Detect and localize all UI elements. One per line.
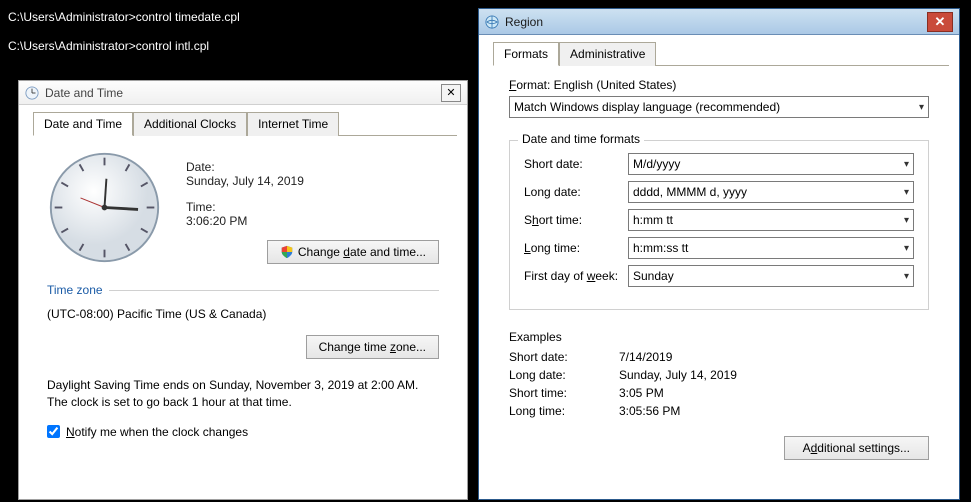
examples-title: Examples [509, 330, 929, 344]
chevron-down-icon: ▾ [904, 215, 909, 226]
ex-long-date-value: Sunday, July 14, 2019 [619, 368, 737, 382]
first-day-select[interactable]: Sunday▾ [628, 265, 914, 287]
chevron-down-icon: ▾ [904, 187, 909, 198]
short-time-label: Short time: [524, 213, 628, 227]
cmd-line-2: C:\Users\Administrator>control intl.cpl [8, 37, 472, 56]
ex-short-time-label: Short time: [509, 386, 619, 400]
ex-short-date-label: Short date: [509, 350, 619, 364]
close-button[interactable]: ✕ [927, 12, 953, 32]
tab-internet-time[interactable]: Internet Time [247, 112, 339, 136]
ex-long-time-value: 3:05:56 PM [619, 404, 680, 418]
format-label: Format: English (United States) [509, 78, 929, 92]
region-title: Region [505, 15, 927, 29]
region-titlebar[interactable]: Region ✕ [479, 9, 959, 35]
short-date-select[interactable]: M/d/yyyy▾ [628, 153, 914, 175]
command-prompt: C:\Users\Administrator>control timedate.… [0, 0, 480, 80]
tab-date-and-time[interactable]: Date and Time [33, 112, 133, 136]
short-time-select[interactable]: h:mm tt▾ [628, 209, 914, 231]
date-value: Sunday, July 14, 2019 [186, 174, 439, 188]
clock-icon [25, 86, 39, 100]
date-time-formats-title: Date and time formats [518, 132, 644, 146]
short-date-label: Short date: [524, 157, 628, 171]
long-time-label: Long time: [524, 241, 628, 255]
region-dialog: Region ✕ Formats Administrative Format: … [478, 8, 960, 500]
long-date-label: Long date: [524, 185, 628, 199]
format-select-value: Match Windows display language (recommen… [514, 100, 780, 114]
change-date-time-button[interactable]: Change date and time... [267, 240, 439, 264]
chevron-down-icon: ▾ [919, 102, 924, 113]
close-button[interactable]: ✕ [441, 84, 461, 102]
date-time-formats-group: Date and time formats Short date: M/d/yy… [509, 140, 929, 310]
format-select[interactable]: Match Windows display language (recommen… [509, 96, 929, 118]
time-label: Time: [186, 200, 439, 214]
chevron-down-icon: ▾ [904, 271, 909, 282]
cmd-line-1: C:\Users\Administrator>control timedate.… [8, 8, 472, 27]
timezone-value: (UTC-08:00) Pacific Time (US & Canada) [47, 307, 439, 321]
globe-icon [485, 15, 499, 29]
timezone-section-label: Time zone [47, 283, 439, 297]
ex-short-time-value: 3:05 PM [619, 386, 664, 400]
chevron-down-icon: ▾ [904, 159, 909, 170]
long-date-select[interactable]: dddd, MMMM d, yyyy▾ [628, 181, 914, 203]
date-time-title: Date and Time [45, 86, 441, 100]
long-time-select[interactable]: h:mm:ss tt▾ [628, 237, 914, 259]
date-time-tabs: Date and Time Additional Clocks Internet… [33, 111, 457, 136]
time-value: 3:06:20 PM [186, 214, 439, 228]
chevron-down-icon: ▾ [904, 243, 909, 254]
examples-section: Examples Short date:7/14/2019 Long date:… [509, 330, 929, 418]
dst-text: Daylight Saving Time ends on Sunday, Nov… [47, 377, 439, 411]
ex-long-time-label: Long time: [509, 404, 619, 418]
date-time-dialog: Date and Time ✕ Date and Time Additional… [18, 80, 468, 500]
analog-clock [47, 150, 162, 265]
change-date-time-label: Change date and time... [298, 245, 426, 259]
date-time-titlebar[interactable]: Date and Time ✕ [19, 81, 467, 105]
notify-label: Notify me when the clock changes [66, 425, 248, 439]
region-tabs: Formats Administrative [493, 41, 949, 66]
tab-formats[interactable]: Formats [493, 42, 559, 66]
ex-long-date-label: Long date: [509, 368, 619, 382]
change-timezone-button[interactable]: Change time zone... [306, 335, 439, 359]
tab-administrative[interactable]: Administrative [559, 42, 656, 66]
date-label: Date: [186, 160, 439, 174]
tab-additional-clocks[interactable]: Additional Clocks [133, 112, 247, 136]
ex-short-date-value: 7/14/2019 [619, 350, 672, 364]
notify-checkbox[interactable] [47, 425, 60, 438]
first-day-label: First day of week: [524, 269, 628, 283]
shield-icon [280, 245, 294, 259]
additional-settings-button[interactable]: Additional settings... [784, 436, 929, 460]
